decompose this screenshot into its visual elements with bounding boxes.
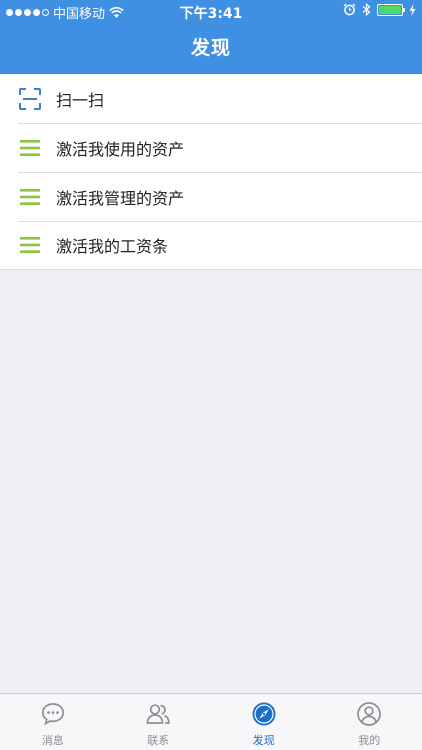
tab-label: 消息 [41, 734, 64, 747]
contacts-icon [144, 700, 172, 728]
tab-discover[interactable]: 发现 [211, 694, 317, 750]
list-icon [18, 185, 42, 209]
scan-icon [18, 87, 42, 111]
menu-item-activate-payslip[interactable]: 激活我的工资条 [0, 221, 422, 270]
tab-profile[interactable]: 我的 [317, 694, 422, 750]
alarm-icon [343, 3, 356, 16]
tab-bar: 消息 联系 发现 我的 [0, 693, 422, 750]
tab-label: 联系 [147, 734, 170, 747]
status-bar: 中国移动 下午3:41 [0, 0, 422, 22]
tab-messages[interactable]: 消息 [0, 694, 106, 750]
menu-item-label: 激活我的工资条 [56, 237, 169, 256]
menu-item-activate-used-assets[interactable]: 激活我使用的资产 [0, 123, 422, 172]
menu-item-label: 扫一扫 [56, 90, 105, 110]
list-icon [18, 136, 42, 160]
tab-label: 我的 [358, 734, 381, 747]
charging-icon [409, 3, 416, 16]
chat-bubble-icon [39, 700, 67, 728]
status-right [343, 3, 416, 16]
header: 中国移动 下午3:41 发现 [0, 0, 422, 74]
list-icon [18, 233, 42, 257]
page-title: 发现 [190, 37, 231, 59]
menu-item-scan[interactable]: 扫一扫 [0, 74, 422, 123]
compass-icon [250, 700, 278, 728]
battery-icon [377, 3, 405, 16]
menu-item-label: 激活我管理的资产 [56, 188, 185, 208]
discover-menu: 扫一扫 激活我使用的资产 激活我管理的资产 激活我的工资条 [0, 74, 422, 270]
profile-icon [355, 700, 383, 728]
tab-contacts[interactable]: 联系 [106, 694, 212, 750]
menu-item-activate-managed-assets[interactable]: 激活我管理的资产 [0, 172, 422, 221]
menu-item-label: 激活我使用的资产 [56, 139, 185, 159]
bluetooth-icon [362, 3, 371, 16]
tab-label: 发现 [252, 734, 275, 747]
